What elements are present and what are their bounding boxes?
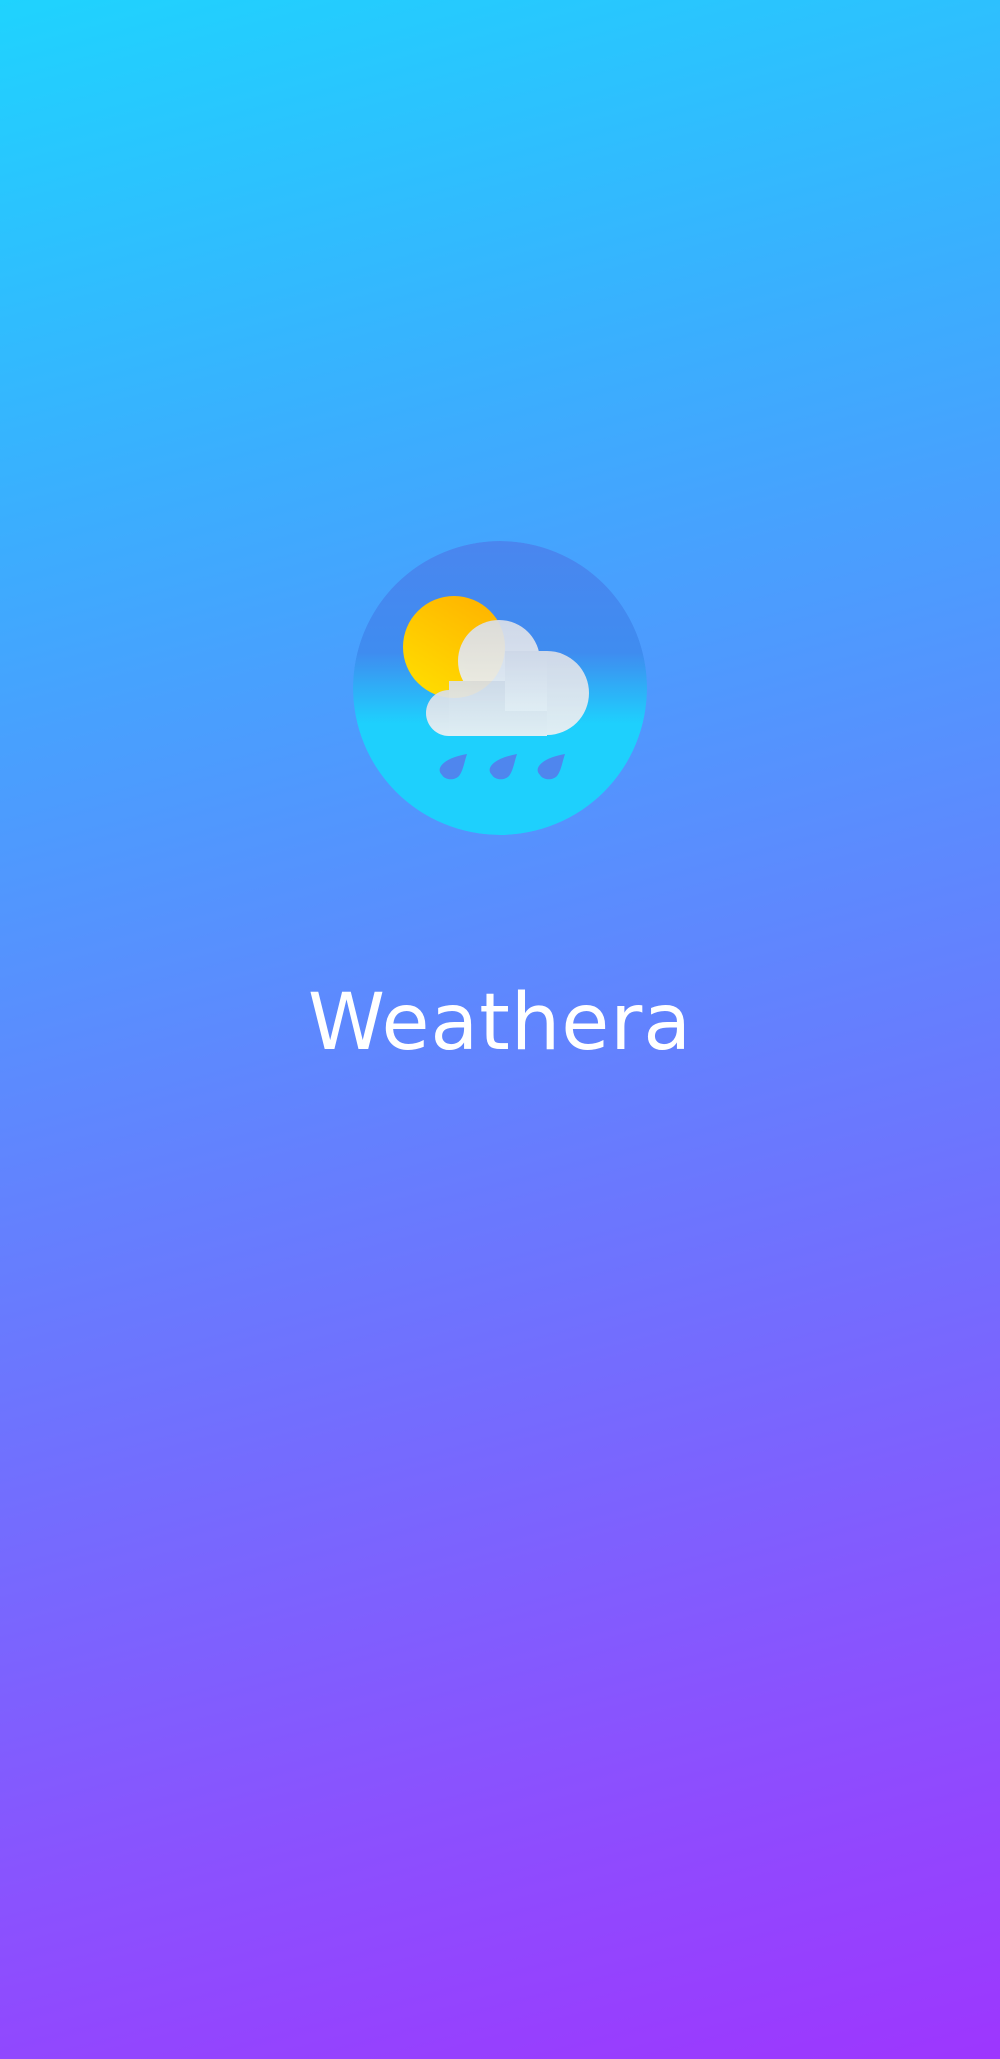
partly-cloudy-rain-icon bbox=[353, 541, 647, 835]
app-logo bbox=[353, 541, 647, 835]
app-title: Weathera bbox=[307, 978, 693, 1068]
splash-screen: Weathera bbox=[0, 0, 1000, 2059]
